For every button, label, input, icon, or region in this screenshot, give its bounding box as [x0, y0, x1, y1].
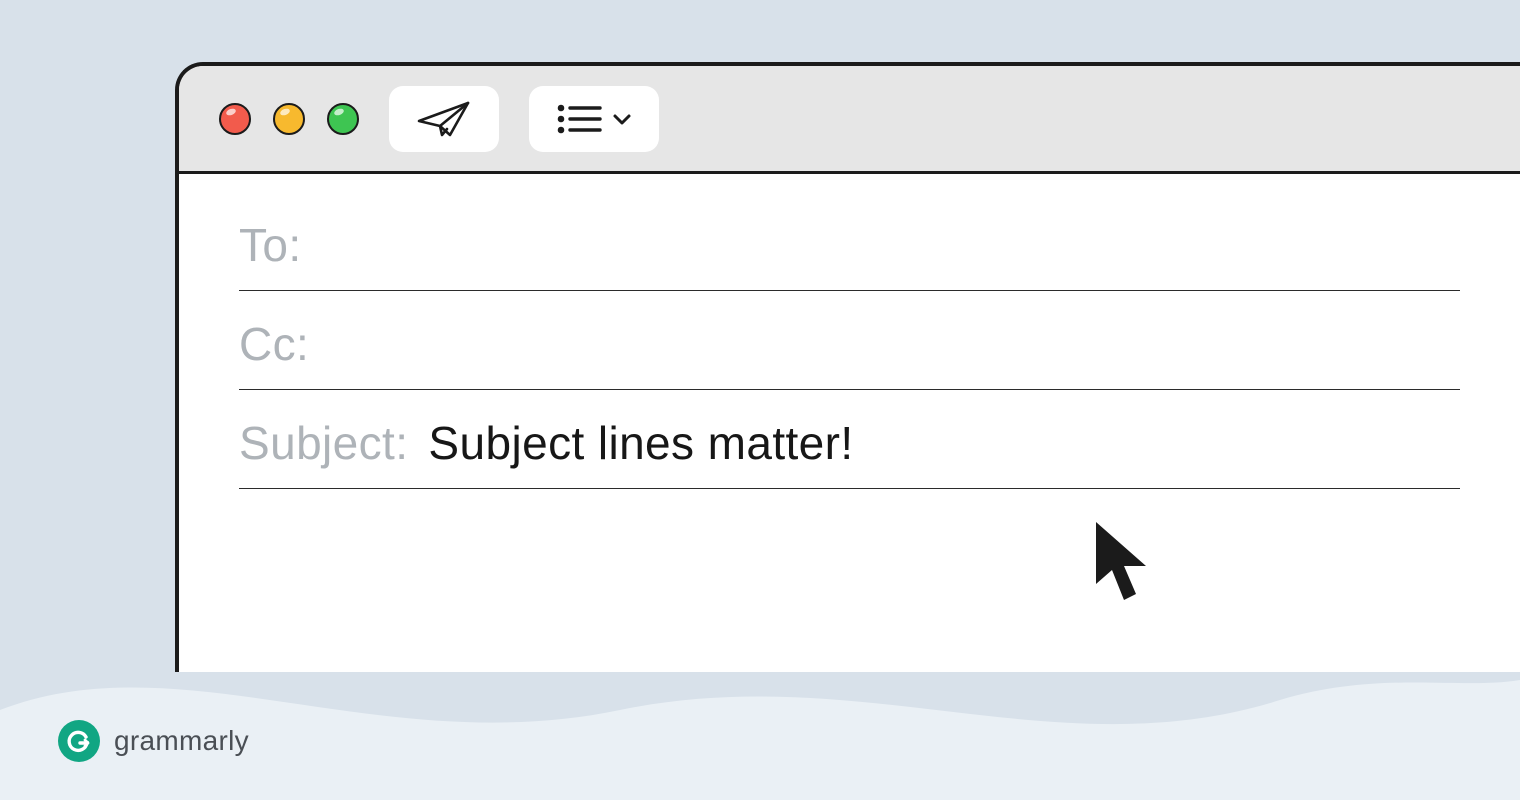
subject-value: Subject lines matter!	[428, 416, 853, 470]
to-label: To:	[239, 218, 302, 272]
send-button[interactable]	[389, 86, 499, 152]
close-button[interactable]	[219, 103, 251, 135]
paper-plane-icon	[416, 99, 472, 139]
brand-badge	[58, 720, 100, 762]
compose-fields: To: Cc: Subject: Subject lines matter!	[179, 174, 1520, 489]
minimize-button[interactable]	[273, 103, 305, 135]
brand-g-icon	[66, 728, 92, 754]
zoom-button[interactable]	[327, 103, 359, 135]
cursor-icon	[1090, 518, 1160, 606]
subject-field[interactable]: Subject: Subject lines matter!	[239, 390, 1460, 489]
chevron-down-icon	[612, 112, 632, 126]
to-field[interactable]: To:	[239, 192, 1460, 291]
list-icon	[556, 102, 602, 136]
format-dropdown-button[interactable]	[529, 86, 659, 152]
compose-window: To: Cc: Subject: Subject lines matter!	[175, 62, 1520, 672]
subject-label: Subject:	[239, 416, 408, 470]
window-titlebar	[179, 66, 1520, 174]
window-traffic-lights	[219, 103, 359, 135]
cc-field[interactable]: Cc:	[239, 291, 1460, 390]
brand-name: grammarly	[114, 725, 249, 757]
brand-mark: grammarly	[58, 720, 249, 762]
cc-label: Cc:	[239, 317, 309, 371]
